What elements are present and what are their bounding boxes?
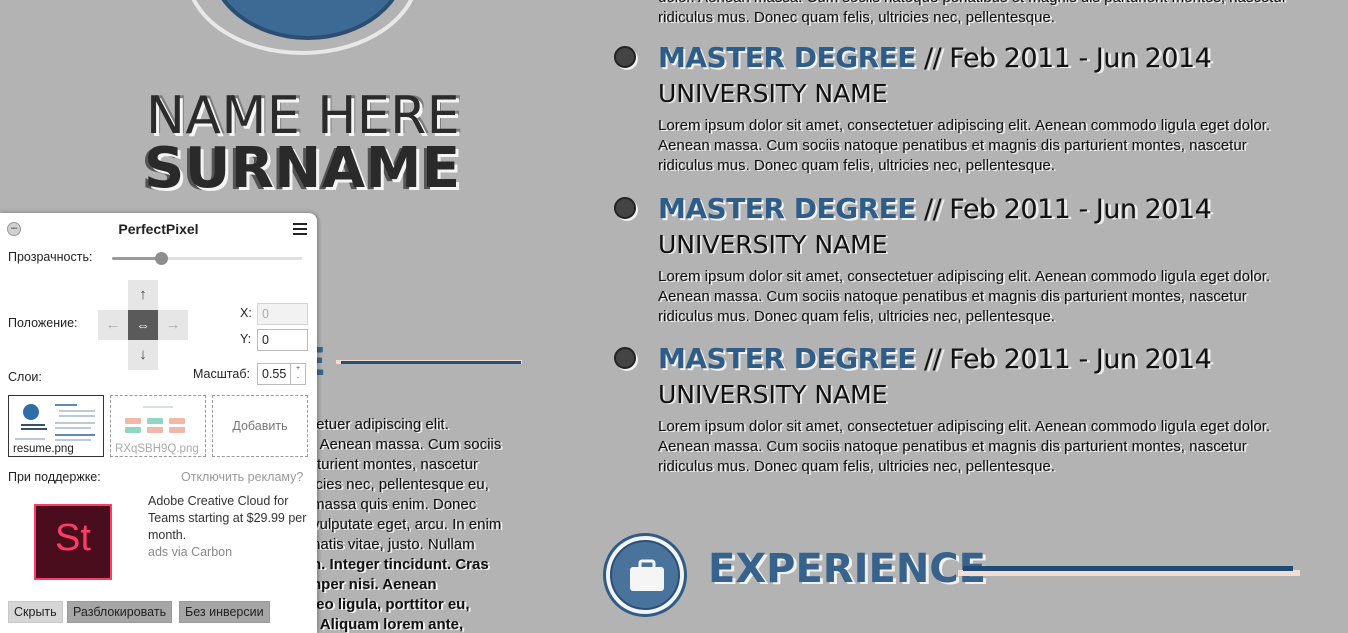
- panel-title: PerfectPixel: [118, 221, 199, 237]
- education-description: Lorem ipsum dolor sit amet, consectetuer…: [658, 117, 1271, 174]
- unlock-button[interactable]: Разблокировать: [67, 601, 173, 623]
- y-label: Y:: [240, 332, 252, 346]
- education-description: Lorem ipsum dolor sit amet, consectetuer…: [658, 418, 1271, 475]
- education-title: MASTER DEGREE // Feb 2011 - Jun 2014: [658, 342, 1212, 376]
- education-degree: MASTER DEGREE: [658, 342, 916, 375]
- left-paragraph-line: . Aliquam lorem ante,: [312, 616, 464, 633]
- arrow-right-button[interactable]: →: [158, 310, 188, 340]
- no-invert-button[interactable]: Без инверсии: [179, 601, 270, 623]
- education-bullet-icon: [614, 197, 636, 219]
- add-layer-button[interactable]: Добавить: [212, 395, 308, 457]
- education-degree: MASTER DEGREE: [658, 192, 916, 225]
- layer-thumbnail-second[interactable]: RXqSBH9Q.png: [110, 395, 206, 457]
- education-title: MASTER DEGREE // Feb 2011 - Jun 2014: [658, 41, 1212, 75]
- experience-rule: [963, 566, 1293, 571]
- left-paragraph-line: nper nisi. Aenean: [312, 576, 437, 593]
- left-paragraph-line: massa quis enim. Donec: [312, 496, 477, 513]
- left-paragraph-line: icies nec, pellentesque eu,: [312, 476, 489, 493]
- education-dates: // Feb 2011 - Jun 2014: [915, 43, 1212, 74]
- layer-filename: RXqSBH9Q.png: [115, 443, 199, 455]
- sponsor-label: При поддержке:: [8, 470, 101, 484]
- left-paragraph-line: tetuer adipiscing elit.: [312, 416, 449, 433]
- hide-button[interactable]: Скрыть: [8, 601, 63, 623]
- layer-preview: [23, 404, 39, 420]
- hamburger-menu-icon[interactable]: [293, 223, 307, 235]
- ad-text[interactable]: Adobe Creative Cloud for Teams starting …: [148, 493, 308, 544]
- opacity-slider[interactable]: [112, 252, 302, 265]
- ad-logo-text: St: [55, 517, 91, 559]
- experience-title: EXPERIENCE: [708, 546, 986, 592]
- education-dates: // Feb 2011 - Jun 2014: [915, 194, 1212, 225]
- x-coordinate-input[interactable]: [257, 303, 308, 325]
- opacity-slider-fill: [112, 257, 162, 260]
- left-paragraph-line: . Aenean massa. Cum sociis: [312, 436, 502, 453]
- opacity-label: Прозрачность:: [8, 250, 93, 264]
- scale-stepper[interactable]: + -: [290, 363, 306, 385]
- layer-filename: resume.png: [13, 443, 74, 455]
- education-university: UNIVERSITY NAME: [658, 230, 888, 259]
- ads-via-carbon-link[interactable]: ads via Carbon: [148, 545, 232, 559]
- education-bullet-icon: [614, 46, 636, 68]
- disable-ads-link[interactable]: Отключить рекламу?: [181, 470, 303, 484]
- perfectpixel-panel: – PerfectPixel Прозрачность: Положение: …: [0, 213, 317, 633]
- scale-input[interactable]: [257, 363, 291, 385]
- resume-surname: SURNAME: [144, 136, 461, 201]
- left-paragraph-line: natis vitae, justo. Nullam: [312, 536, 475, 553]
- position-label: Положение:: [8, 316, 78, 330]
- left-paragraph-line: leo ligula, porttitor eu,: [312, 596, 470, 613]
- x-label: X:: [240, 306, 252, 320]
- briefcase-icon: [610, 540, 680, 610]
- education-bullet-icon: [614, 347, 636, 369]
- arrow-up-button[interactable]: ↑: [128, 280, 158, 310]
- left-paragraph-line: vulputate eget, arcu. In enim: [312, 516, 502, 533]
- scale-increment-button[interactable]: +: [291, 364, 305, 374]
- scale-decrement-button[interactable]: -: [291, 374, 305, 384]
- scale-label: Масштаб:: [193, 367, 250, 381]
- education-dates: // Feb 2011 - Jun 2014: [915, 344, 1212, 375]
- education-university: UNIVERSITY NAME: [658, 380, 888, 409]
- arrow-down-button[interactable]: ↓: [128, 340, 158, 370]
- education-title: MASTER DEGREE // Feb 2011 - Jun 2014: [658, 192, 1212, 226]
- left-paragraph: tetuer adipiscing elit. . Aenean massa. …: [312, 415, 526, 633]
- left-paragraph-line: rturient montes, nascetur: [312, 456, 478, 473]
- education-university: UNIVERSITY NAME: [658, 79, 888, 108]
- left-paragraph-line: n. Integer tincidunt. Cras: [312, 556, 489, 573]
- education-description: Lorem ipsum dolor sit amet, consectetuer…: [658, 268, 1271, 325]
- opacity-slider-handle[interactable]: [155, 252, 169, 265]
- education-degree: MASTER DEGREE: [658, 41, 916, 74]
- arrow-left-button[interactable]: ←: [98, 310, 128, 340]
- layers-label: Слои:: [8, 370, 42, 384]
- y-coordinate-input[interactable]: [257, 329, 308, 351]
- education-description-top: dolor. Aenean massa. Cum sociis natoque …: [658, 0, 1287, 26]
- left-section-rule: [341, 361, 521, 364]
- center-toggle-button[interactable]: ⇔: [128, 310, 158, 340]
- adobe-stock-logo[interactable]: St: [34, 504, 112, 580]
- layer-thumbnail-resume[interactable]: resume.png: [8, 395, 104, 457]
